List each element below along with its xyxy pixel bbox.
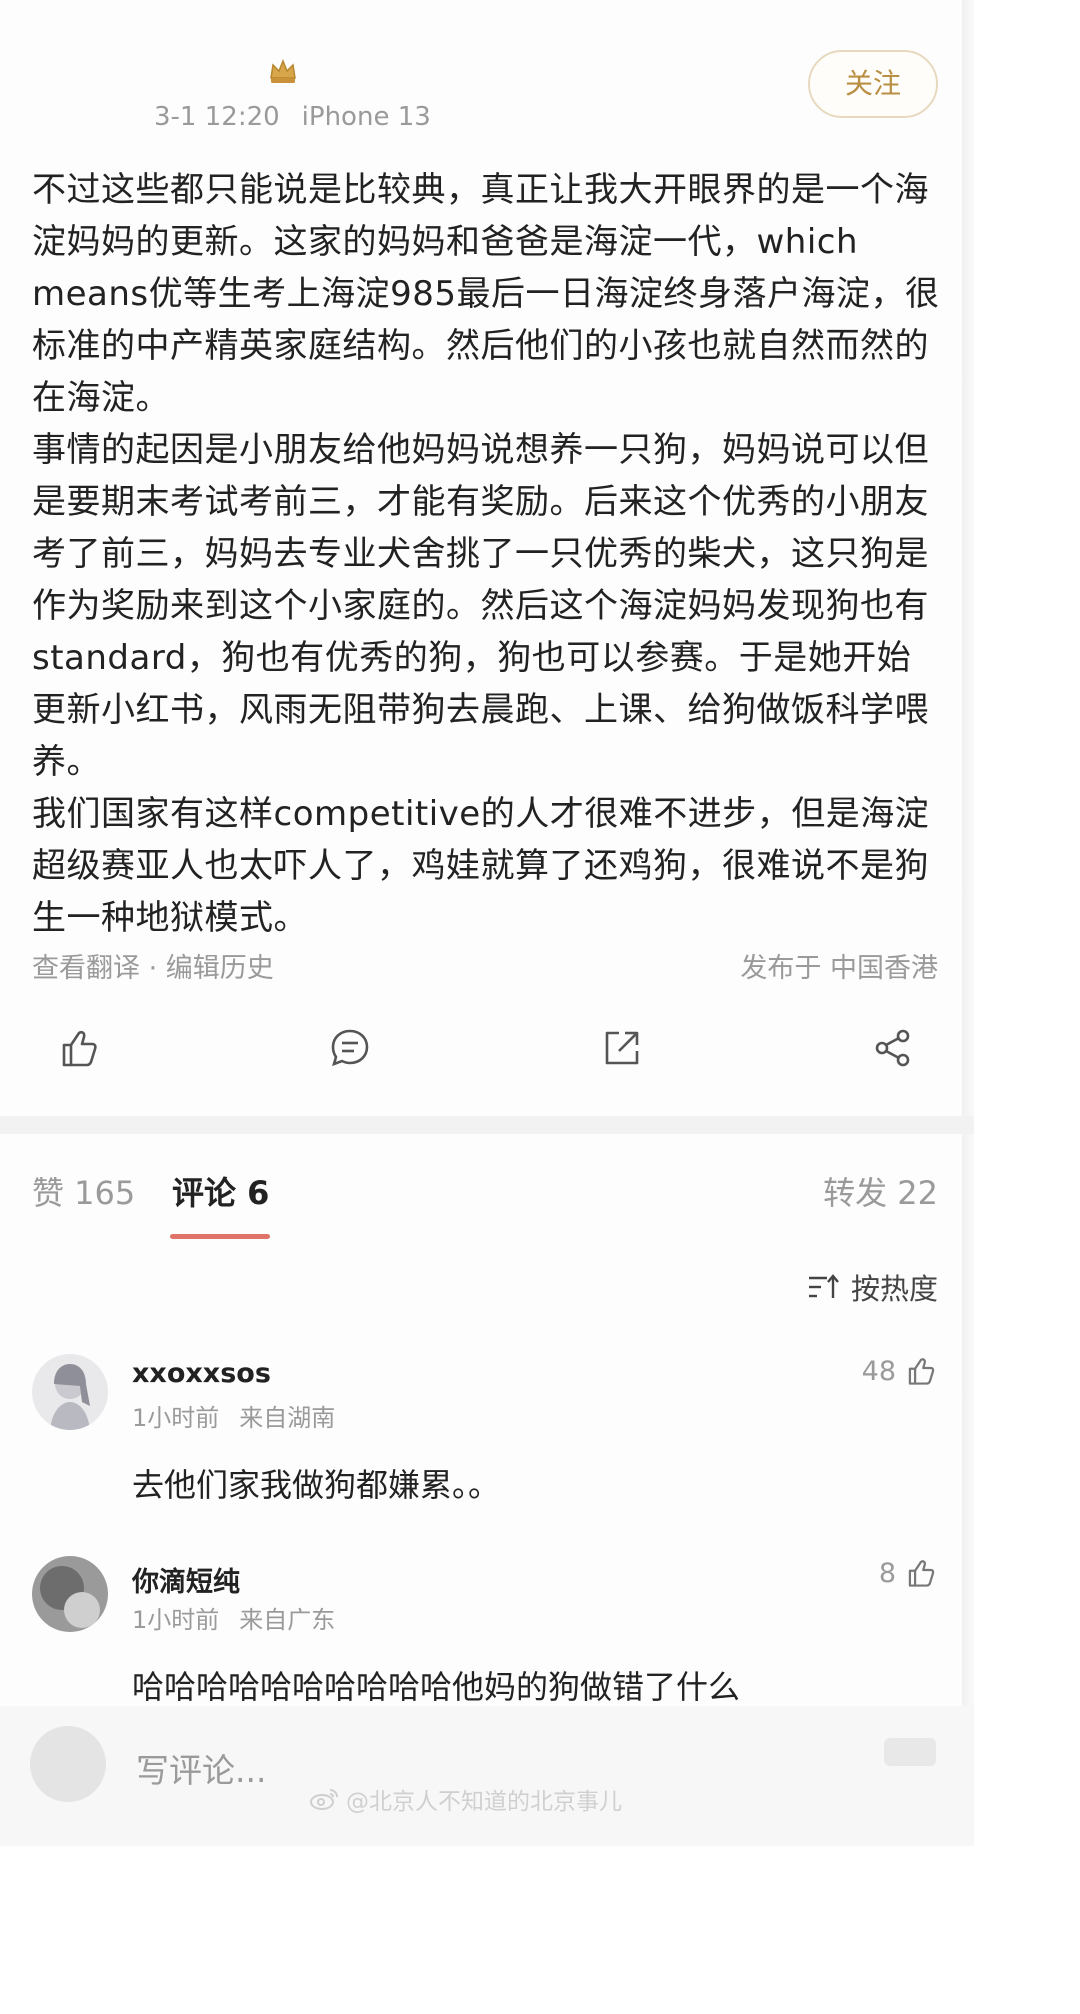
action-bar: [56, 1020, 916, 1076]
comment-compose-bar: 写评论...: [0, 1706, 974, 1846]
follow-button[interactable]: 关注: [808, 50, 938, 118]
like-icon: [908, 1358, 935, 1385]
comment-meta: 1小时前 来自广东: [132, 1600, 335, 1635]
post-paragraph: 不过这些都只能说是比较典，真正让我大开眼界的是一个海淀妈妈的更新。这家的妈妈和爸…: [32, 170, 940, 418]
comment-like-button[interactable]: 48: [862, 1354, 938, 1388]
emoji-button[interactable]: [884, 1738, 936, 1766]
comment-meta: 1小时前 来自湖南: [132, 1398, 335, 1433]
like-icon[interactable]: [56, 1025, 102, 1071]
crown-icon: [270, 58, 296, 83]
tab-likes[interactable]: 赞 165: [32, 1168, 135, 1214]
comment-text: 去他们家我做狗都嫌累。。: [132, 1466, 501, 1504]
post-paragraph: 我们国家有这样competitive的人才很难不进步，但是海淀超级赛亚人也太吓人…: [32, 794, 930, 938]
post-meta: 3-1 12:20 iPhone 13: [154, 102, 431, 132]
sort-button[interactable]: 按热度: [807, 1266, 938, 1308]
avatar: [30, 1726, 106, 1802]
comment-input[interactable]: 写评论...: [136, 1744, 266, 1792]
watermark: @北京人不知道的北京事儿: [308, 1782, 622, 1816]
share-icon[interactable]: [599, 1025, 645, 1071]
post-date: 3-1 12:20: [154, 102, 280, 132]
translate-edit-history-link[interactable]: 查看翻译 · 编辑历史: [32, 946, 274, 985]
comment-time: 1小时前: [132, 1404, 220, 1432]
comment-icon[interactable]: [327, 1025, 373, 1071]
comment-like-count: 48: [861, 1355, 896, 1387]
like-icon: [908, 1560, 935, 1587]
share-nodes-icon[interactable]: [870, 1025, 916, 1071]
post-paragraph: 事情的起因是小朋友给他妈妈说想养一只狗，妈妈说可以但是要期末考试考前三，才能有奖…: [32, 430, 929, 782]
post-location: 发布于 中国香港: [740, 953, 938, 984]
section-divider: [0, 1116, 974, 1134]
comment-username[interactable]: 你滴短纯: [132, 1560, 240, 1599]
post-footer: 查看翻译 · 编辑历史 发布于 中国香港: [32, 946, 938, 985]
comment-item: xxoxxsos 1小时前 来自湖南 去他们家我做狗都嫌累。。 48: [32, 1354, 938, 1514]
post-detail-screen: 3-1 12:20 iPhone 13 关注 不过这些都只能说是比较典，真正让我大…: [0, 0, 974, 1846]
edge-strip: [962, 0, 974, 1846]
tab-comments[interactable]: 评论 6: [172, 1168, 269, 1214]
sort-icon: [808, 1274, 839, 1298]
comment-like-count: 8: [878, 1557, 896, 1589]
comment-location: 来自广东: [239, 1606, 336, 1634]
avatar[interactable]: [32, 1556, 108, 1632]
sort-label: 按热度: [850, 1272, 938, 1306]
comment-item: 你滴短纯 1小时前 来自广东 哈哈哈哈哈哈哈哈哈哈他妈的狗做错了什么 8: [32, 1556, 938, 1716]
post-device: iPhone 13: [301, 102, 431, 132]
active-tab-indicator: [170, 1234, 270, 1239]
interaction-tabs: 赞 165 评论 6 转发 22: [32, 1160, 938, 1220]
post-body: 不过这些都只能说是比较典，真正让我大开眼界的是一个海淀妈妈的更新。这家的妈妈和爸…: [32, 164, 944, 944]
tab-reposts[interactable]: 转发 22: [823, 1168, 938, 1214]
comment-like-button[interactable]: 8: [879, 1556, 938, 1590]
weibo-icon: [310, 1789, 338, 1810]
comment-text: 哈哈哈哈哈哈哈哈哈哈他妈的狗做错了什么: [132, 1668, 741, 1706]
comment-time: 1小时前: [132, 1606, 220, 1634]
comment-location: 来自湖南: [239, 1404, 336, 1432]
watermark-text: @北京人不知道的北京事儿: [346, 1789, 622, 1815]
comment-username[interactable]: xxoxxsos: [132, 1358, 271, 1389]
avatar[interactable]: [32, 1354, 108, 1430]
